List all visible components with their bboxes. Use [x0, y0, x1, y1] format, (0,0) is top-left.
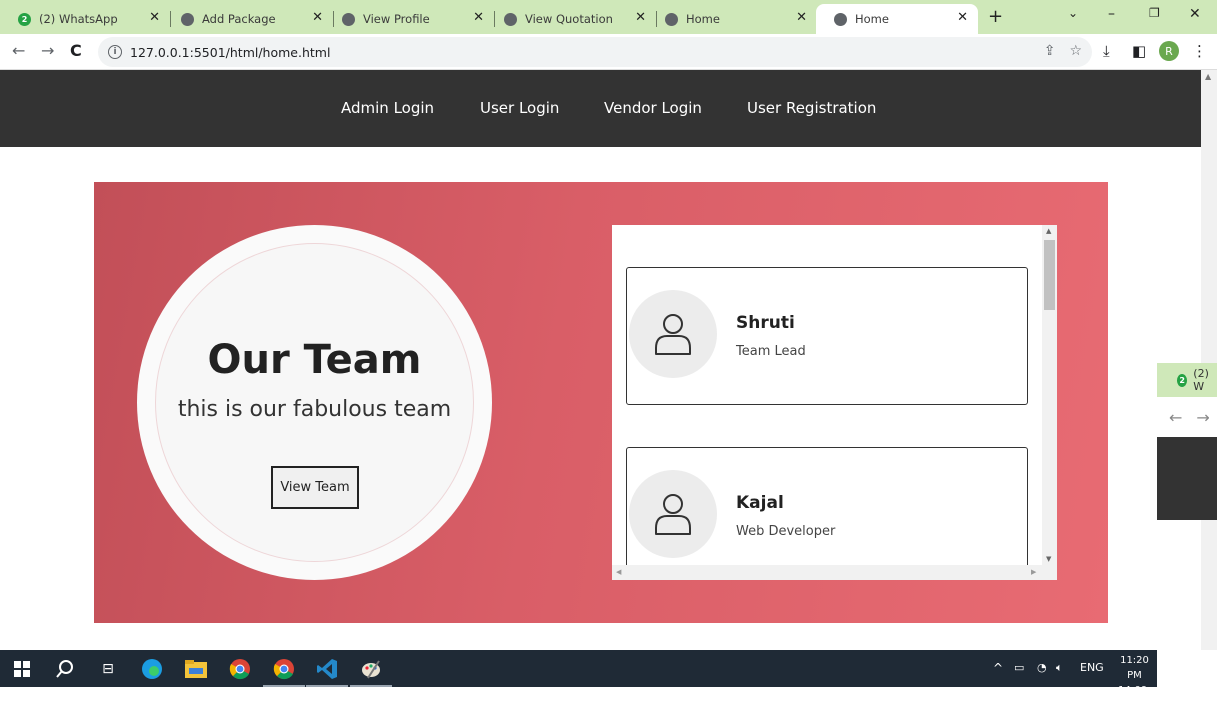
tab-home[interactable]: Home ✕	[647, 4, 817, 34]
close-icon[interactable]: ✕	[473, 10, 484, 25]
chrome-window-icon[interactable]	[263, 658, 305, 687]
tab-view-profile[interactable]: View Profile ✕	[324, 4, 495, 34]
paint-icon[interactable]	[350, 658, 392, 687]
globe-icon	[834, 12, 847, 26]
file-explorer-icon[interactable]	[185, 658, 207, 680]
globe-icon	[342, 12, 355, 26]
member-name: Shruti	[736, 313, 795, 333]
team-title: Our Team	[207, 337, 422, 383]
team-card: Kajal Web Developer	[626, 447, 1028, 580]
page-viewport: Admin Login User Login Vendor Login User…	[0, 70, 1201, 650]
globe-icon	[181, 12, 194, 26]
close-icon[interactable]: ✕	[635, 10, 646, 25]
scroll-left-icon[interactable]: ◀	[616, 568, 621, 576]
tab-whatsapp[interactable]: 2 (2) WhatsApp ✕	[0, 4, 171, 34]
team-subtitle: this is our fabulous team	[177, 397, 452, 422]
sidepanel-icon[interactable]: ◧	[1132, 42, 1146, 60]
member-role: Team Lead	[736, 344, 806, 359]
tab-title: Home	[686, 12, 720, 26]
menu-icon[interactable]: ⋮	[1192, 42, 1207, 60]
site-navbar: Admin Login User Login Vendor Login User…	[0, 70, 1201, 147]
whatsapp-icon: 2	[1177, 373, 1188, 387]
reload-icon[interactable]: C	[70, 41, 82, 60]
forward-icon: →	[1196, 407, 1210, 427]
user-icon	[629, 290, 717, 378]
nav-user-registration[interactable]: User Registration	[747, 99, 876, 117]
address-bar-row: ← → C i 127.0.0.1:5501/html/home.html ⇪ …	[0, 34, 1217, 70]
tab-add-package[interactable]: Add Package ✕	[163, 4, 334, 34]
nav-vendor-login[interactable]: Vendor Login	[604, 99, 702, 117]
search-icon[interactable]	[54, 658, 76, 680]
profile-avatar[interactable]: R	[1159, 41, 1179, 61]
new-tab-button[interactable]: +	[988, 6, 1003, 27]
tab-title: Add Package	[202, 12, 276, 26]
tab-title: (2) W	[1193, 367, 1209, 393]
tab-title: Home	[855, 12, 889, 26]
chrome-icon[interactable]	[229, 658, 251, 680]
tab-title: (2) WhatsApp	[39, 12, 118, 26]
vscode-icon[interactable]	[306, 658, 348, 687]
volume-icon[interactable]: 🔈︎	[1056, 661, 1063, 675]
scroll-up-icon[interactable]: ▲	[1046, 227, 1051, 235]
close-icon[interactable]: ✕	[796, 10, 807, 25]
globe-icon	[504, 12, 517, 26]
task-view-icon[interactable]: ⊟	[97, 658, 119, 680]
clock[interactable]: 11:20 PM 14-09-202	[1112, 653, 1157, 713]
tab-title: View Quotation	[525, 12, 613, 26]
windows-taskbar: ⊟ ^ ▭ ◔ 🔈︎ ENG 11:20 PM 14-09-202	[0, 650, 1157, 711]
forward-icon[interactable]: →	[41, 41, 54, 60]
view-team-button[interactable]: View Team	[271, 466, 359, 509]
windows-start-icon[interactable]	[11, 658, 33, 680]
minimize-button[interactable]: –	[1108, 6, 1115, 22]
tab-search-icon[interactable]: ⌄	[1068, 6, 1078, 20]
wifi-icon[interactable]: ◔	[1037, 661, 1047, 674]
team-circle: Our Team this is our fabulous team View …	[137, 225, 492, 580]
whatsapp-icon: 2	[18, 12, 31, 26]
info-icon[interactable]: i	[108, 45, 122, 59]
scroll-thumb[interactable]	[1044, 240, 1055, 310]
scroll-up-icon[interactable]: ▲	[1205, 72, 1211, 81]
battery-icon[interactable]: ▭	[1014, 661, 1024, 674]
bookmark-star-icon[interactable]: ☆	[1069, 43, 1082, 59]
scroll-down-icon[interactable]: ▼	[1046, 555, 1051, 563]
close-icon[interactable]: ✕	[149, 10, 160, 25]
user-icon	[629, 470, 717, 558]
nav-admin-login[interactable]: Admin Login	[341, 99, 434, 117]
team-hero: Our Team this is our fabulous team View …	[94, 182, 1108, 623]
clock-time: 11:20 PM	[1120, 655, 1149, 681]
page-scrollbar[interactable]: ▲	[1201, 70, 1217, 650]
tab-view-quotation[interactable]: View Quotation ✕	[486, 4, 657, 34]
share-icon[interactable]: ⇪	[1044, 43, 1056, 59]
team-list-panel[interactable]: Shruti Team Lead Kajal Web Developer ▲ ▼	[612, 225, 1057, 580]
member-role: Web Developer	[736, 524, 836, 539]
download-icon[interactable]: ⤓	[1103, 42, 1110, 60]
url-text: 127.0.0.1:5501/html/home.html	[130, 44, 331, 60]
close-icon[interactable]: ✕	[312, 10, 323, 25]
edge-icon[interactable]	[141, 658, 163, 680]
back-icon: ←	[1169, 407, 1183, 427]
back-icon[interactable]: ←	[12, 41, 25, 60]
globe-icon	[665, 12, 678, 26]
close-window-button[interactable]: ✕	[1189, 6, 1201, 22]
restore-button[interactable]: ❐	[1149, 6, 1160, 20]
url-input[interactable]: i 127.0.0.1:5501/html/home.html ⇪ ☆	[98, 37, 1092, 67]
browser-tab-strip: 2 (2) WhatsApp ✕ Add Package ✕ View Prof…	[0, 0, 1217, 34]
member-name: Kajal	[736, 493, 784, 513]
team-card: Shruti Team Lead	[626, 267, 1028, 405]
chevron-up-icon[interactable]: ^	[993, 661, 1003, 675]
panel-vertical-scrollbar[interactable]: ▲ ▼	[1042, 225, 1057, 565]
scroll-right-icon[interactable]: ▶	[1031, 568, 1036, 576]
tab-title: View Profile	[363, 12, 430, 26]
close-icon[interactable]: ✕	[957, 10, 968, 25]
language-indicator[interactable]: ENG	[1080, 661, 1104, 674]
panel-horizontal-scrollbar[interactable]: ◀ ▶	[612, 565, 1057, 580]
clock-date: 14-09-202	[1118, 685, 1151, 711]
background-window[interactable]: 2 (2) W ← →	[1157, 363, 1217, 523]
tab-home-active[interactable]: Home ✕	[816, 4, 978, 34]
nav-user-login[interactable]: User Login	[480, 99, 559, 117]
